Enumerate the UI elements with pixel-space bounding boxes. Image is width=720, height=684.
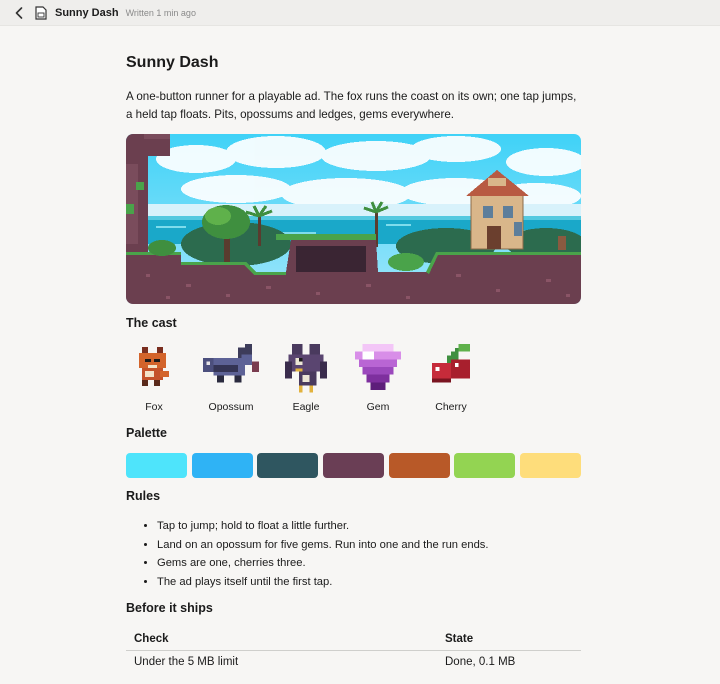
color-swatch <box>454 453 516 478</box>
back-button[interactable] <box>12 6 26 20</box>
column-header-state: State <box>437 629 581 651</box>
ship-checks-table: Check State Under the 5 MB limit Done, 0… <box>126 629 581 671</box>
cast-item-fox: Fox <box>119 344 189 416</box>
palette-swatches <box>126 453 581 478</box>
cast-label: Opossum <box>208 401 254 413</box>
list-item: Gems are one, cherries three. <box>157 554 489 573</box>
column-header-check: Check <box>126 629 437 651</box>
table-cell: Done, 0.1 MB <box>445 656 516 668</box>
eagle-sprite-icon <box>285 344 327 393</box>
intro-paragraph: A one-button runner for a playable ad. T… <box>126 90 577 121</box>
cast-item-gem: Gem <box>343 344 413 416</box>
table-row: Under the 5 MB limit Done, 0.1 MB <box>126 651 581 672</box>
cast-label: Gem <box>366 401 390 413</box>
cast-list: Fox Opossum Eagle Gem Cherry <box>126 344 581 416</box>
list-item: Tap to jump; hold to float a little furt… <box>157 517 489 536</box>
game-scene-illustration <box>126 134 581 304</box>
ship-checks-heading: Before it ships <box>126 601 213 615</box>
color-swatch <box>191 453 253 478</box>
chevron-left-icon <box>15 6 23 19</box>
cast-heading: The cast <box>126 316 177 330</box>
color-swatch <box>257 453 319 478</box>
cast-label: Fox <box>145 401 163 413</box>
table-cell: Under the 5 MB limit <box>134 656 239 668</box>
cast-item-cherry: Cherry <box>416 344 486 416</box>
cast-item-eagle: Eagle <box>271 344 341 416</box>
rules-heading: Rules <box>126 489 161 503</box>
list-item: Land on an opossum for five gems. Run in… <box>157 536 489 555</box>
color-swatch <box>388 453 450 478</box>
color-swatch <box>519 453 581 478</box>
document-title: Sunny Dash <box>55 6 119 19</box>
rules-list: Tap to jump; hold to float a little furt… <box>141 517 489 591</box>
page-title: Sunny Dash <box>126 54 219 71</box>
fox-sprite-icon <box>139 347 169 386</box>
top-bar: Sunny Dash Written 1 min ago <box>0 0 720 26</box>
cast-label: Eagle <box>292 401 320 413</box>
color-swatch <box>322 453 384 478</box>
cast-label: Cherry <box>435 401 467 413</box>
opossum-sprite-icon <box>203 344 259 383</box>
document-icon <box>35 5 47 20</box>
table-header-row: Check State <box>126 629 581 651</box>
palette-heading: Palette <box>126 426 167 440</box>
cast-item-opossum: Opossum <box>196 344 266 416</box>
list-item: The ad plays itself until the first tap. <box>157 573 489 592</box>
cherry-sprite-icon <box>431 344 471 383</box>
color-swatch <box>126 453 187 478</box>
gem-sprite-icon <box>355 344 401 390</box>
last-written-status: Written 1 min ago <box>125 7 196 18</box>
